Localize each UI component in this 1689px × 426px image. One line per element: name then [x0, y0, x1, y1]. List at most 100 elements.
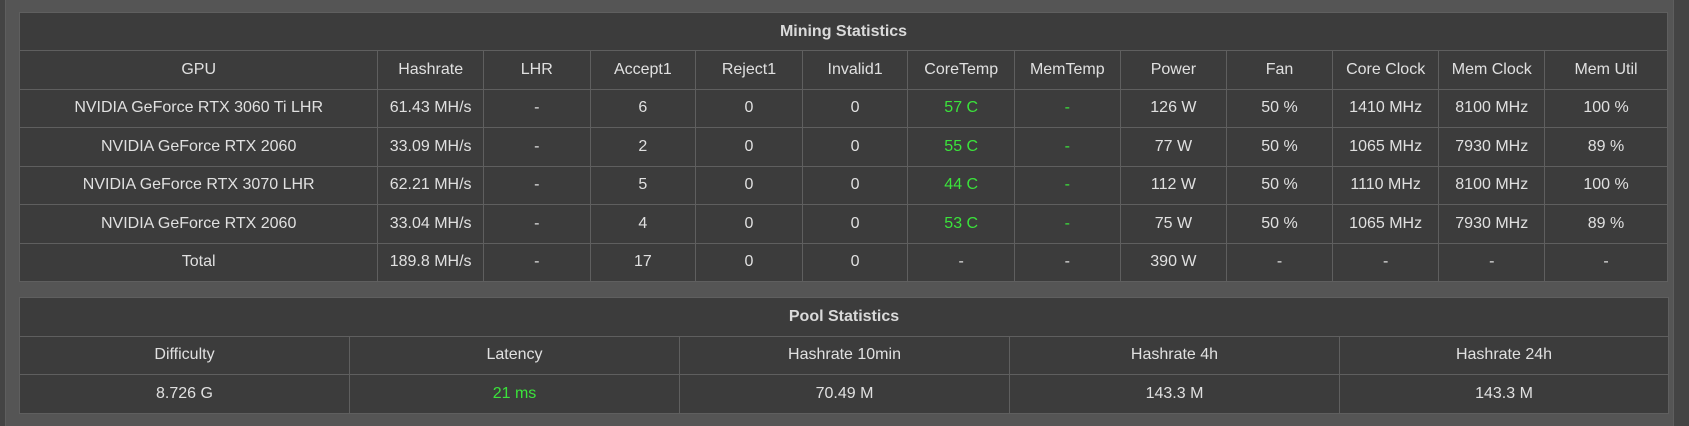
header-hashrate-4h: Hashrate 4h — [1009, 335, 1340, 375]
cell-core-clock: 1065 MHz — [1331, 204, 1440, 244]
cell-invalid: 0 — [801, 242, 909, 282]
header-power: Power — [1119, 50, 1228, 90]
cell-mem-clock: - — [1438, 242, 1546, 282]
cell-accept: 5 — [589, 165, 697, 205]
cell-accept: 6 — [589, 88, 697, 128]
header-accept: Accept1 — [589, 50, 697, 90]
mining-statistics-table: Mining Statistics GPU Hashrate LHR Accep… — [18, 12, 1668, 282]
cell-reject: 0 — [695, 165, 803, 205]
cell-accept: 2 — [589, 127, 697, 167]
header-invalid: Invalid1 — [801, 50, 909, 90]
header-fan: Fan — [1226, 50, 1333, 90]
header-latency: Latency — [349, 335, 680, 375]
cell-hashrate: 62.21 MH/s — [377, 165, 484, 205]
stats-page: Mining Statistics GPU Hashrate LHR Accep… — [0, 0, 1689, 426]
cell-gpu: NVIDIA GeForce RTX 3060 Ti LHR — [18, 88, 379, 128]
cell-memtemp: - — [1014, 88, 1121, 128]
cell-coretemp: - — [907, 242, 1016, 282]
cell-fan: 50 % — [1226, 204, 1333, 244]
cell-mem-util: 89 % — [1544, 204, 1668, 244]
cell-accept: 4 — [589, 204, 697, 244]
cell-lhr: - — [482, 88, 591, 128]
pool-statistics-table: Pool Statistics Difficulty Latency Hashr… — [19, 297, 1669, 414]
header-core-clock: Core Clock — [1331, 50, 1440, 90]
cell-invalid: 0 — [801, 204, 909, 244]
cell-reject: 0 — [695, 88, 803, 128]
cell-memtemp: - — [1014, 242, 1121, 282]
cell-fan: 50 % — [1226, 165, 1333, 205]
header-lhr: LHR — [482, 50, 591, 90]
cell-mem-util: 100 % — [1544, 88, 1668, 128]
header-mem-util: Mem Util — [1544, 50, 1668, 90]
cell-mem-util: 100 % — [1544, 165, 1668, 205]
pool-header-row: Difficulty Latency Hashrate 10min Hashra… — [19, 335, 1669, 375]
cell-lhr: - — [482, 127, 591, 167]
cell-core-clock: - — [1331, 242, 1440, 282]
total-row: Total 189.8 MH/s - 17 0 0 - - 390 W - - … — [18, 242, 1668, 282]
cell-lhr: - — [482, 165, 591, 205]
header-hashrate-24h: Hashrate 24h — [1339, 335, 1669, 375]
cell-memtemp: - — [1014, 204, 1121, 244]
cell-gpu: NVIDIA GeForce RTX 2060 — [18, 127, 379, 167]
cell-core-clock: 1410 MHz — [1331, 88, 1440, 128]
cell-latency: 21 ms — [349, 374, 680, 414]
cell-invalid: 0 — [801, 127, 909, 167]
cell-hashrate-4h: 143.3 M — [1009, 374, 1340, 414]
pool-statistics-title: Pool Statistics — [19, 297, 1669, 337]
header-gpu: GPU — [18, 50, 379, 90]
cell-power: 126 W — [1119, 88, 1228, 128]
cell-coretemp: 55 C — [907, 127, 1016, 167]
header-difficulty: Difficulty — [19, 335, 350, 375]
cell-reject: 0 — [695, 127, 803, 167]
cell-core-clock: 1110 MHz — [1331, 165, 1440, 205]
header-memtemp: MemTemp — [1014, 50, 1121, 90]
cell-mem-util: 89 % — [1544, 127, 1668, 167]
cell-gpu: NVIDIA GeForce RTX 3070 LHR — [18, 165, 379, 205]
cell-difficulty: 8.726 G — [19, 374, 350, 414]
cell-accept: 17 — [589, 242, 697, 282]
cell-core-clock: 1065 MHz — [1331, 127, 1440, 167]
cell-hashrate-24h: 143.3 M — [1339, 374, 1669, 414]
header-hashrate: Hashrate — [377, 50, 484, 90]
cell-lhr: - — [482, 204, 591, 244]
cell-invalid: 0 — [801, 88, 909, 128]
cell-fan: - — [1226, 242, 1333, 282]
cell-reject: 0 — [695, 242, 803, 282]
cell-reject: 0 — [695, 204, 803, 244]
cell-gpu: Total — [18, 242, 379, 282]
cell-coretemp: 57 C — [907, 88, 1016, 128]
cell-coretemp: 44 C — [907, 165, 1016, 205]
table-row: 8.726 G 21 ms 70.49 M 143.3 M 143.3 M — [19, 374, 1669, 414]
cell-hashrate-10min: 70.49 M — [679, 374, 1010, 414]
cell-hashrate: 33.04 MH/s — [377, 204, 484, 244]
cell-memtemp: - — [1014, 127, 1121, 167]
mining-header-row: GPU Hashrate LHR Accept1 Reject1 Invalid… — [18, 50, 1668, 90]
cell-hashrate: 61.43 MH/s — [377, 88, 484, 128]
cell-mem-clock: 7930 MHz — [1438, 127, 1546, 167]
cell-power: 112 W — [1119, 165, 1228, 205]
cell-memtemp: - — [1014, 165, 1121, 205]
cell-mem-clock: 8100 MHz — [1438, 88, 1546, 128]
table-row: NVIDIA GeForce RTX 2060 33.04 MH/s - 4 0… — [18, 204, 1668, 244]
header-coretemp: CoreTemp — [907, 50, 1016, 90]
cell-power: 390 W — [1119, 242, 1228, 282]
cell-invalid: 0 — [801, 165, 909, 205]
cell-power: 75 W — [1119, 204, 1228, 244]
cell-mem-clock: 7930 MHz — [1438, 204, 1546, 244]
header-reject: Reject1 — [695, 50, 803, 90]
cell-fan: 50 % — [1226, 127, 1333, 167]
cell-hashrate: 33.09 MH/s — [377, 127, 484, 167]
cell-gpu: NVIDIA GeForce RTX 2060 — [18, 204, 379, 244]
table-row: NVIDIA GeForce RTX 2060 33.09 MH/s - 2 0… — [18, 127, 1668, 167]
cell-hashrate: 189.8 MH/s — [377, 242, 484, 282]
cell-mem-clock: 8100 MHz — [1438, 165, 1546, 205]
header-mem-clock: Mem Clock — [1438, 50, 1546, 90]
cell-power: 77 W — [1119, 127, 1228, 167]
header-hashrate-10min: Hashrate 10min — [679, 335, 1010, 375]
table-row: NVIDIA GeForce RTX 3070 LHR 62.21 MH/s -… — [18, 165, 1668, 205]
cell-coretemp: 53 C — [907, 204, 1016, 244]
cell-lhr: - — [482, 242, 591, 282]
cell-mem-util: - — [1544, 242, 1668, 282]
mining-statistics-title: Mining Statistics — [19, 12, 1668, 51]
table-row: NVIDIA GeForce RTX 3060 Ti LHR 61.43 MH/… — [18, 88, 1668, 128]
